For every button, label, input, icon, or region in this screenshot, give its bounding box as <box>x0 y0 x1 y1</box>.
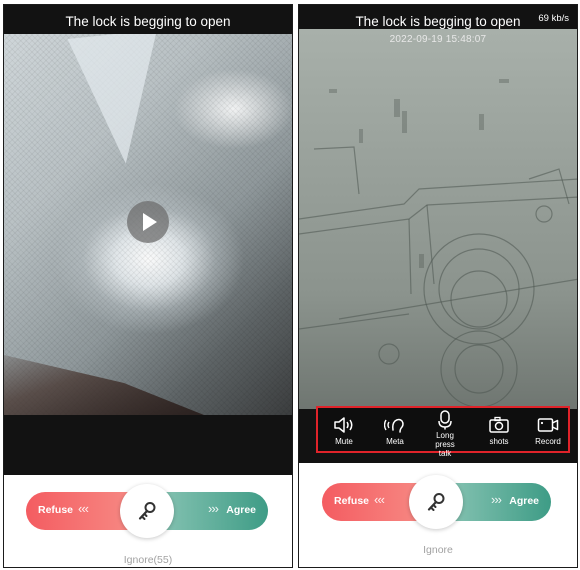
chevron-left-icon: ‹‹‹ <box>78 501 89 516</box>
record-label: Record <box>535 437 561 446</box>
microphone-icon <box>438 410 452 430</box>
refuse-label: Refuse <box>334 495 370 507</box>
play-icon <box>143 213 157 231</box>
call-toolbar: Mute Meta Long press talk shots Record <box>316 406 573 458</box>
play-button[interactable] <box>127 201 169 243</box>
chevron-right-icon: ››› <box>208 501 219 516</box>
video-area: The lock is begging to open <box>4 5 292 475</box>
page-title: The lock is begging to open <box>65 14 231 29</box>
answer-area: Refuse ‹‹‹ ››› Agree Ignore(55) <box>4 475 292 567</box>
mute-button[interactable]: Mute <box>319 408 369 453</box>
chevron-left-icon: ‹‹‹ <box>374 492 385 507</box>
camera-feed <box>299 29 577 409</box>
shots-label: shots <box>489 437 509 446</box>
agree-label: Agree <box>509 495 539 507</box>
doorbell-screen-right: The lock is begging to open 69 kb/s 2022… <box>298 4 578 568</box>
slider-knob[interactable] <box>120 484 174 538</box>
doorbell-screen-left: The lock is begging to open Refuse ‹‹‹ ›… <box>3 4 293 568</box>
ignore-button[interactable]: Ignore(55) <box>4 554 292 566</box>
key-icon <box>138 502 156 520</box>
talk-label-line-3: talk <box>438 449 452 458</box>
long-press-talk-button[interactable]: Long press talk <box>420 408 470 458</box>
voice-changer-icon <box>384 418 404 433</box>
meta-button[interactable]: Meta <box>370 408 420 453</box>
speaker-icon <box>334 417 353 433</box>
camera-icon <box>489 416 509 433</box>
chevron-right-icon: ››› <box>491 492 502 507</box>
refuse-label: Refuse <box>38 504 74 516</box>
network-speed: 69 kb/s <box>538 13 569 24</box>
timestamp: 2022-09-19 15:48:07 <box>389 34 487 45</box>
mute-label: Mute <box>335 437 353 446</box>
video-camera-icon <box>537 418 559 432</box>
screenshot-button[interactable]: shots <box>474 408 524 453</box>
talk-label-line-2: press <box>435 440 455 449</box>
page-title: The lock is begging to open <box>355 14 521 29</box>
ignore-button[interactable]: Ignore <box>299 544 577 556</box>
record-button[interactable]: Record <box>523 408 573 453</box>
video-area: The lock is begging to open 69 kb/s 2022… <box>299 5 577 463</box>
key-icon <box>427 493 445 511</box>
agree-label: Agree <box>226 504 256 516</box>
talk-label-line-1: Long <box>436 431 454 440</box>
meta-label: Meta <box>386 437 404 446</box>
answer-area: Refuse ‹‹‹ ››› Agree Ignore <box>299 463 577 567</box>
slider-knob[interactable] <box>409 475 463 529</box>
